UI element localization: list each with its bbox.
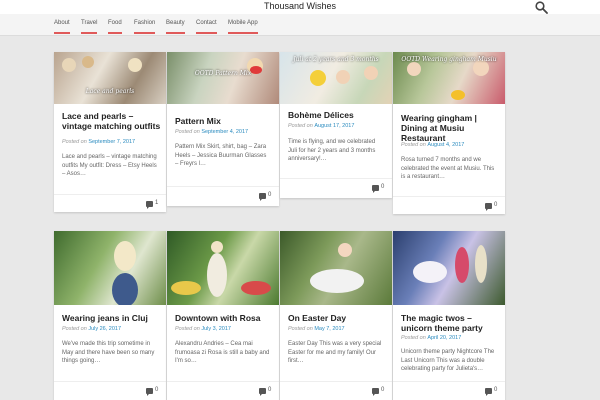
post-footer: 0	[280, 381, 392, 399]
post-title[interactable]: Bohème Délices	[288, 110, 388, 120]
post-excerpt: Alexandru Andries – Cea mai frumoasa zi …	[175, 341, 270, 364]
search-icon[interactable]	[535, 1, 548, 14]
post-title[interactable]: The magic twos – unicorn theme party	[401, 313, 501, 333]
comment-icon[interactable]	[372, 388, 379, 396]
comment-count[interactable]: 0	[381, 387, 384, 393]
site-title[interactable]: Thousand Wishes	[0, 1, 600, 11]
post-thumbnail[interactable]: Juli at 2 years and 3 months	[280, 52, 392, 104]
post-thumbnail[interactable]	[54, 231, 166, 305]
post-date[interactable]: September 7, 2017	[88, 139, 135, 145]
post-excerpt: Easter Day This was a very special Easte…	[288, 341, 382, 364]
comment-count[interactable]: 0	[494, 387, 497, 393]
posted-on-label: Posted on	[62, 139, 87, 145]
thumbnail-caption: OOTD Pattern Mix	[194, 70, 252, 77]
comment-count[interactable]: 0	[268, 192, 271, 198]
post-card[interactable]: Downtown with Rosa Posted on July 3, 201…	[167, 231, 279, 400]
post-date[interactable]: July 3, 2017	[201, 326, 231, 332]
post-meta: Posted on July 3, 2017	[175, 326, 231, 332]
post-footer: 0	[393, 381, 505, 399]
comment-icon[interactable]	[146, 388, 153, 396]
post-meta: Posted on May 7, 2017	[288, 326, 345, 332]
nav-item-travel[interactable]: Travel	[81, 20, 98, 34]
post-excerpt: Pattern Mix Skirt, shirt, bag – Zara Hee…	[175, 144, 267, 167]
post-title[interactable]: Downtown with Rosa	[175, 313, 275, 323]
posted-on-label: Posted on	[401, 142, 426, 148]
posted-on-label: Posted on	[288, 326, 313, 332]
post-date[interactable]: August 17, 2017	[314, 123, 354, 129]
post-footer: 0	[280, 178, 392, 196]
post-title[interactable]: On Easter Day	[288, 313, 388, 323]
post-meta: Posted on August 17, 2017	[288, 123, 354, 129]
comment-icon[interactable]	[259, 388, 266, 396]
post-thumbnail[interactable]: OOTD Pattern Mix	[167, 52, 279, 104]
post-card[interactable]: Wearing jeans in Cluj Posted on July 26,…	[54, 231, 166, 400]
comment-count[interactable]: 0	[268, 387, 271, 393]
post-card[interactable]: OOTD Wearing gingham Musiu Wearing gingh…	[393, 52, 505, 214]
post-title[interactable]: Wearing gingham | Dining at Musiu Restau…	[401, 113, 501, 143]
post-footer: 0	[54, 381, 166, 399]
post-thumbnail[interactable]: OOTD Wearing gingham Musiu	[393, 52, 505, 104]
post-title[interactable]: Lace and pearls – vintage matching outfi…	[62, 111, 162, 131]
post-title[interactable]: Wearing jeans in Cluj	[62, 313, 162, 323]
top-bar: Thousand Wishes	[0, 0, 600, 14]
post-footer: 0	[393, 196, 505, 214]
post-date[interactable]: July 26, 2017	[88, 326, 121, 332]
comment-icon[interactable]	[485, 388, 492, 396]
post-meta: Posted on April 20, 2017	[401, 335, 461, 341]
thumbnail-caption: Lace and pearls	[85, 88, 135, 95]
post-footer: 1	[54, 194, 166, 212]
post-footer: 0	[167, 381, 279, 399]
post-date[interactable]: August 4, 2017	[427, 142, 464, 148]
nav-item-contact[interactable]: Contact	[196, 20, 217, 34]
posted-on-label: Posted on	[62, 326, 87, 332]
post-title[interactable]: Pattern Mix	[175, 116, 275, 126]
comment-count[interactable]: 1	[155, 200, 158, 206]
post-thumbnail[interactable]	[280, 231, 392, 305]
post-date[interactable]: April 20, 2017	[427, 335, 461, 341]
thumbnail-caption: Juli at 2 years and 3 months	[293, 56, 379, 63]
nav-item-fashion[interactable]: Fashion	[134, 20, 156, 34]
post-thumbnail[interactable]: Lace and pearls	[54, 52, 166, 104]
post-excerpt: We've made this trip sometime in May and…	[62, 341, 155, 364]
post-date[interactable]: September 4, 2017	[201, 129, 248, 135]
post-thumbnail[interactable]	[167, 231, 279, 305]
post-card[interactable]: Lace and pearls Lace and pearls – vintag…	[54, 52, 166, 212]
post-excerpt: Unicorn theme party Nightcore The Last U…	[401, 349, 495, 372]
thumbnail-caption: OOTD Wearing gingham Musiu	[401, 56, 497, 63]
post-excerpt: Rosa turned 7 months and we celebrated t…	[401, 157, 495, 180]
comment-icon[interactable]	[372, 185, 379, 193]
posted-on-label: Posted on	[401, 335, 426, 341]
nav-item-mobile-app[interactable]: Mobile App	[228, 20, 258, 34]
post-card[interactable]: The magic twos – unicorn theme party Pos…	[393, 231, 505, 400]
nav-item-about[interactable]: About	[54, 20, 70, 34]
post-card[interactable]: OOTD Pattern Mix Pattern Mix Posted on S…	[167, 52, 279, 206]
nav-item-beauty[interactable]: Beauty	[166, 20, 185, 34]
comment-icon[interactable]	[259, 193, 266, 201]
main-nav: About Travel Food Fashion Beauty Contact…	[0, 14, 600, 36]
post-card[interactable]: Juli at 2 years and 3 months Bohème Déli…	[280, 52, 392, 198]
comment-count[interactable]: 0	[155, 387, 158, 393]
post-footer: 0	[167, 186, 279, 204]
post-excerpt: Time is flying, and we celebrated Juli f…	[288, 139, 376, 162]
comment-count[interactable]: 0	[494, 202, 497, 208]
post-card[interactable]: On Easter Day Posted on May 7, 2017 East…	[280, 231, 392, 400]
posted-on-label: Posted on	[175, 326, 200, 332]
post-meta: Posted on September 7, 2017	[62, 139, 135, 145]
post-thumbnail[interactable]	[393, 231, 505, 305]
post-date[interactable]: May 7, 2017	[314, 326, 344, 332]
posted-on-label: Posted on	[175, 129, 200, 135]
comment-count[interactable]: 0	[381, 184, 384, 190]
comment-icon[interactable]	[146, 201, 153, 209]
post-excerpt: Lace and pearls – vintage matching outfi…	[62, 154, 157, 177]
comment-icon[interactable]	[485, 203, 492, 211]
post-meta: Posted on August 4, 2017	[401, 142, 464, 148]
nav-item-food[interactable]: Food	[108, 20, 122, 34]
posted-on-label: Posted on	[288, 123, 313, 129]
post-meta: Posted on July 26, 2017	[62, 326, 121, 332]
post-meta: Posted on September 4, 2017	[175, 129, 248, 135]
